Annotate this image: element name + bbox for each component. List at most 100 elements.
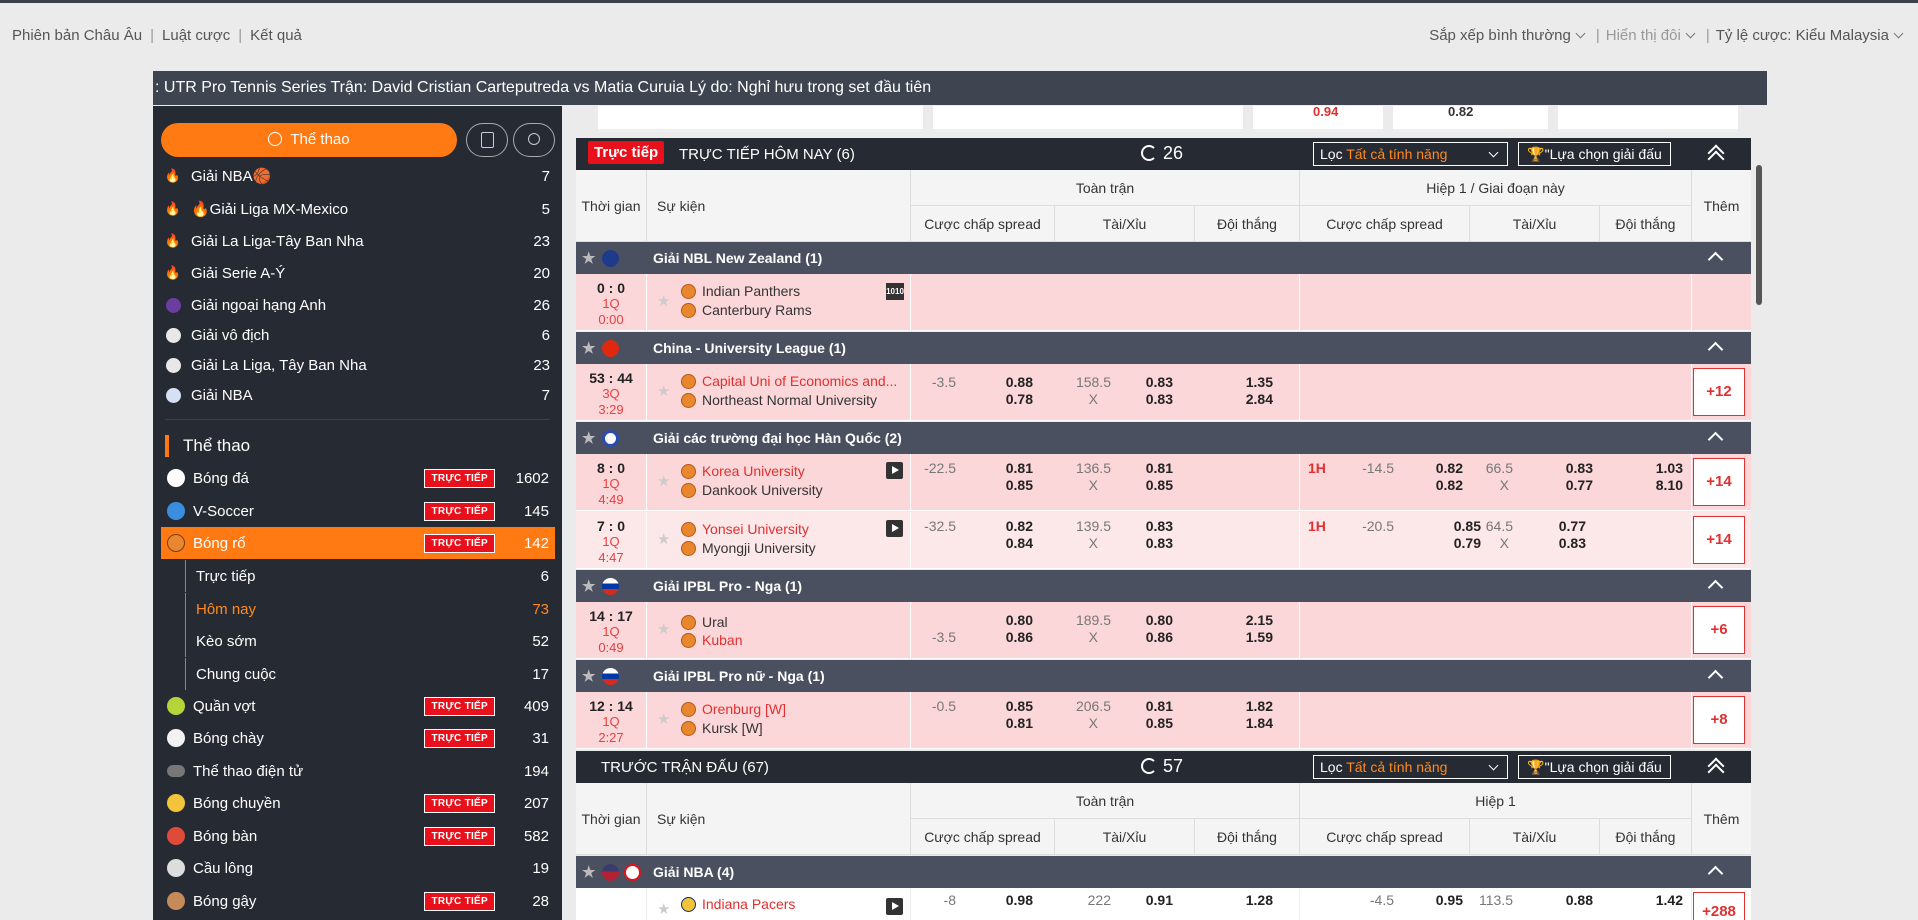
sports-tab[interactable]: Thể thao [161,123,457,157]
odds-away[interactable]: 0.81 [976,715,1033,731]
league-header[interactable]: ★ Giải IPBL Pro nữ - Nga (1) [576,660,1751,692]
odds-winner-home[interactable]: 1.82 [1216,698,1273,714]
more-markets-button[interactable]: +288 [1693,892,1745,920]
half-odds-away[interactable]: 0.79 [1424,535,1481,551]
odds-under[interactable]: 0.83 [1116,391,1173,407]
odds-home[interactable]: 0.85 [976,698,1033,714]
odds-away[interactable]: 0.84 [976,535,1033,551]
odds-away[interactable]: 0.86 [976,629,1033,645]
play-video-icon[interactable] [886,520,903,537]
odds-winner-home[interactable]: 2.15 [1216,612,1273,628]
link-results[interactable]: Kết quả [250,27,302,44]
favorite-league-item[interactable]: 🔥 🔥Giải Liga MX-Mexico 5 [165,194,550,224]
half-odds-over[interactable]: 0.88 [1536,892,1593,908]
star-icon[interactable]: ★ [657,620,670,638]
half-odds-home[interactable]: 0.82 [1406,460,1463,476]
sport-item-cricket[interactable]: Bóng gậy TRỰC TIẾP 28 [161,885,555,917]
odds-winner-home[interactable]: 1.35 [1216,374,1273,390]
link-european-version[interactable]: Phiên bản Châu Âu [12,27,142,44]
sport-item-volleyball[interactable]: Bóng chuyền TRỰC TIẾP 207 [161,787,555,819]
basketball-filter-live[interactable]: Trực tiếp 6 [185,560,555,592]
odds-winner-away[interactable]: 2.84 [1216,391,1273,407]
star-icon[interactable]: ★ [582,667,595,685]
odds-over[interactable]: 0.81 [1116,698,1173,714]
star-icon[interactable]: ★ [657,900,670,918]
half-odds-away[interactable]: 0.82 [1406,477,1463,493]
collapse-all-icon[interactable] [1706,144,1724,162]
league-header[interactable]: ★ Giải IPBL Pro - Nga (1) [576,570,1751,602]
odds-winner-away[interactable]: 1.84 [1216,715,1273,731]
odds-home[interactable]: 0.80 [976,612,1033,628]
more-markets-button[interactable]: +8 [1693,696,1745,744]
odds-over[interactable]: 0.91 [1116,892,1173,908]
favorite-league-item[interactable]: 🔥 Giải La Liga-Tây Ban Nha 23 [165,226,550,256]
odds-over[interactable]: 0.81 [1116,460,1173,476]
play-video-icon[interactable] [886,462,903,479]
more-markets-button[interactable]: +6 [1693,606,1745,654]
chevron-up-icon[interactable] [1707,669,1724,686]
odds-over[interactable]: 0.83 [1116,518,1173,534]
favorite-league-item[interactable]: Giải NBA 7 [165,380,550,410]
sport-item-football[interactable]: Bóng đá TRỰC TIẾP 1602 [161,462,555,494]
odds-away[interactable]: 0.85 [976,477,1033,493]
odds-home[interactable]: 0.82 [976,518,1033,534]
star-icon[interactable]: ★ [582,339,595,357]
collapse-all-icon[interactable] [1706,757,1724,775]
sport-item-baseball[interactable]: Bóng chày TRỰC TIẾP 31 [161,722,555,754]
star-icon[interactable]: ★ [657,472,670,490]
star-icon[interactable]: ★ [657,530,670,548]
basketball-filter-today[interactable]: Hôm nay 73 [185,593,555,625]
filter-dropdown[interactable]: Lọc Tất cả tính năng [1313,142,1508,166]
odds-under[interactable]: 0.85 [1116,715,1173,731]
odds-winner-away[interactable]: 1.59 [1216,629,1273,645]
half-odds-home[interactable]: 0.85 [1424,518,1481,534]
odds-over[interactable]: 0.83 [1116,374,1173,390]
half-odds-under[interactable]: 0.77 [1536,477,1593,493]
odds-home[interactable]: 0.88 [976,374,1033,390]
odds-over[interactable]: 0.80 [1116,612,1173,628]
link-rules[interactable]: Luật cược [162,27,230,44]
league-header[interactable]: ★ Giải các trường đại học Hàn Quốc (2) [576,422,1751,454]
display-dropdown[interactable]: Hiển thị đôi [1606,27,1681,44]
odds-home[interactable]: 0.98 [976,892,1033,908]
favorite-league-item[interactable]: Giải vô địch 6 [165,320,550,350]
chevron-up-icon[interactable] [1707,251,1724,268]
half-odds-winner-home[interactable]: 1.42 [1626,892,1683,908]
favorite-league-item[interactable]: Giải ngoại hạng Anh 26 [165,290,550,320]
chevron-up-icon[interactable] [1707,579,1724,596]
basketball-filter-early[interactable]: Kèo sớm 52 [185,625,555,657]
sport-item-tennis[interactable]: Quần vợt TRỰC TIẾP 409 [161,690,555,722]
star-icon[interactable]: ★ [657,292,670,310]
more-markets-button[interactable]: +12 [1693,368,1745,416]
account-button[interactable] [513,123,555,157]
more-markets-button[interactable]: +14 [1693,516,1745,564]
sport-item-vsoccer[interactable]: V-Soccer TRỰC TIẾP 145 [161,495,555,527]
half-odds-over[interactable]: 0.83 [1536,460,1593,476]
refresh-button[interactable]: 26 [1141,143,1183,164]
odds-home[interactable]: 0.81 [976,460,1033,476]
odds-under[interactable]: 0.86 [1116,629,1173,645]
odds-away[interactable]: 0.78 [976,391,1033,407]
league-selection-button[interactable]: 🏆"Lựa chọn giải đấu [1518,142,1671,166]
refresh-button[interactable]: 57 [1141,756,1183,777]
star-icon[interactable]: ★ [582,249,595,267]
star-icon[interactable]: ★ [657,382,670,400]
favorite-league-item[interactable]: 🔥 Giải Serie A-Ý 20 [165,258,550,288]
league-selection-button[interactable]: 🏆"Lựa chọn giải đấu [1518,755,1671,779]
chevron-up-icon[interactable] [1707,865,1724,882]
league-header[interactable]: ★ China - University League (1) [576,332,1751,364]
chevron-up-icon[interactable] [1707,341,1724,358]
half-odds-over[interactable]: 0.77 [1529,518,1586,534]
sort-dropdown[interactable]: Sắp xếp bình thường [1429,27,1571,44]
half-odds-home[interactable]: 0.95 [1406,892,1463,908]
play-video-icon[interactable] [886,898,903,915]
league-header[interactable]: ★ Giải NBL New Zealand (1) [576,242,1751,274]
odds-under[interactable]: 0.85 [1116,477,1173,493]
more-markets-button[interactable]: +14 [1693,458,1745,506]
sport-item-table-tennis[interactable]: Bóng bàn TRỰC TIẾP 582 [161,820,555,852]
scrollbar[interactable] [1756,165,1762,305]
bet-slip-button[interactable] [466,123,508,157]
favorite-league-item[interactable]: 🔥 Giải NBA🏀 7 [165,161,550,191]
half-odds-winner-home[interactable]: 1.03 [1626,460,1683,476]
star-icon[interactable]: ★ [582,429,595,447]
